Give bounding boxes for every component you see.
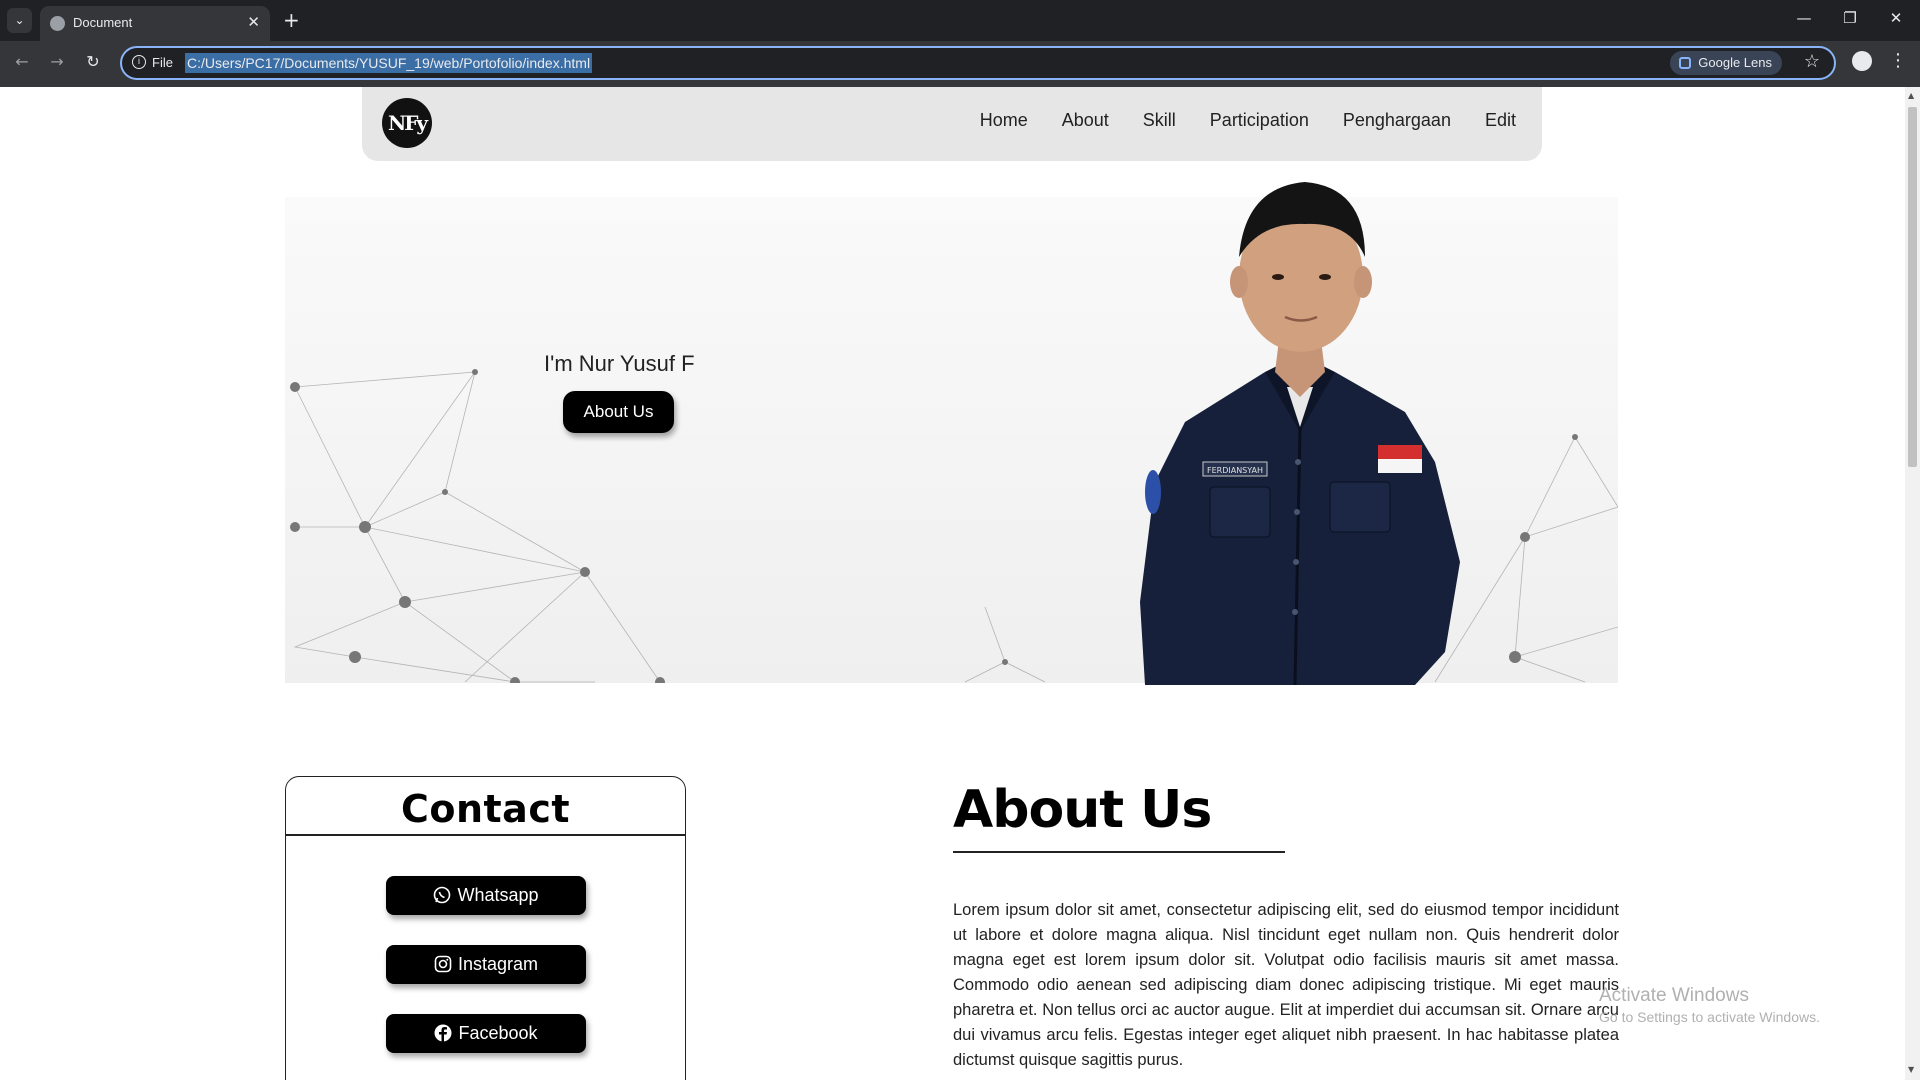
browser-window: ⌄ Document ✕ + — ❐ ✕ ← → ↻ i File C:/Use… <box>0 0 1920 1080</box>
browser-tab[interactable]: Document ✕ <box>40 6 270 41</box>
about-paragraph: Lorem ipsum dolor sit amet, consectetur … <box>953 901 1619 1069</box>
nav-link-edit[interactable]: Edit <box>1485 110 1516 131</box>
nav-link-penghargaan[interactable]: Penghargaan <box>1343 110 1451 131</box>
instagram-button[interactable]: Instagram <box>386 945 586 984</box>
scroll-down-arrow-icon[interactable]: ▼ <box>1908 1065 1914 1074</box>
nav-link-home[interactable]: Home <box>980 110 1028 131</box>
minimize-icon[interactable]: — <box>1794 9 1814 27</box>
page-content: NFy Home About Skill Participation Pengh… <box>0 87 1905 1080</box>
tab-title: Document <box>73 15 133 30</box>
close-tab-icon[interactable]: ✕ <box>247 13 260 31</box>
facebook-icon <box>434 1024 452 1042</box>
profile-avatar-icon[interactable] <box>1852 51 1872 71</box>
address-bar[interactable]: i File C:/Users/PC17/Documents/YUSUF_19/… <box>120 46 1836 80</box>
globe-icon <box>50 16 65 31</box>
new-tab-plus-icon[interactable]: + <box>283 9 300 31</box>
browser-toolbar: ← → ↻ i File C:/Users/PC17/Documents/YUS… <box>0 41 1920 87</box>
contact-divider <box>286 834 685 836</box>
nav-link-about[interactable]: About <box>1062 110 1109 131</box>
nav-link-skill[interactable]: Skill <box>1143 110 1176 131</box>
scrollbar-thumb[interactable] <box>1908 107 1917 467</box>
kebab-menu-icon[interactable]: ⋮ <box>1889 50 1907 71</box>
windows-activation-watermark: Activate Windows Go to Settings to activ… <box>1599 985 1820 1025</box>
google-lens-button[interactable]: Google Lens <box>1670 51 1782 75</box>
nav-links: Home About Skill Participation Pengharga… <box>980 110 1516 131</box>
close-window-icon[interactable]: ✕ <box>1886 9 1906 27</box>
restore-icon[interactable]: ❐ <box>1840 9 1860 27</box>
site-logo[interactable]: NFy <box>382 98 432 148</box>
tab-search-chevron-icon[interactable]: ⌄ <box>7 8 32 33</box>
contact-title: Contact <box>400 787 571 831</box>
nav-link-participation[interactable]: Participation <box>1210 110 1309 131</box>
google-lens-label: Google Lens <box>1698 55 1772 70</box>
about-underline <box>953 851 1285 853</box>
profile-portrait: FERDIANSYAH <box>1140 182 1460 685</box>
scroll-up-arrow-icon[interactable]: ▲ <box>1908 91 1914 100</box>
info-icon[interactable]: i <box>132 55 146 69</box>
back-arrow-icon[interactable]: ← <box>11 52 33 71</box>
bookmark-star-icon[interactable]: ☆ <box>1804 51 1820 72</box>
page-scrollbar[interactable]: ▲ ▼ <box>1905 87 1920 1080</box>
site-navbar: NFy Home About Skill Participation Pengh… <box>362 87 1542 161</box>
title-bar: ⌄ Document ✕ + — ❐ ✕ <box>0 0 1920 41</box>
forward-arrow-icon[interactable]: → <box>46 52 68 71</box>
scheme-label: File <box>152 55 173 70</box>
watermark-title: Activate Windows <box>1599 985 1749 1006</box>
badge-text: FERDIANSYAH <box>1207 466 1263 475</box>
whatsapp-icon <box>434 886 451 904</box>
url-text[interactable]: C:/Users/PC17/Documents/YUSUF_19/web/Por… <box>185 53 593 73</box>
facebook-button[interactable]: Facebook <box>386 1014 586 1053</box>
about-us-button[interactable]: About Us <box>563 391 674 433</box>
hero-greeting: I'm Nur Yusuf F <box>544 351 695 376</box>
instagram-icon <box>434 955 452 973</box>
facebook-label: Facebook <box>458 1023 538 1043</box>
instagram-label: Instagram <box>457 954 539 974</box>
about-heading: About Us <box>953 780 1212 840</box>
lens-icon <box>1679 57 1692 69</box>
whatsapp-label: Whatsapp <box>457 885 539 905</box>
whatsapp-button[interactable]: Whatsapp <box>386 876 586 915</box>
watermark-subtitle: Go to Settings to activate Windows. <box>1599 1009 1820 1025</box>
reload-icon[interactable]: ↻ <box>82 52 104 71</box>
contact-card: Contact Whatsapp Instagram Facebook <box>285 776 686 1080</box>
